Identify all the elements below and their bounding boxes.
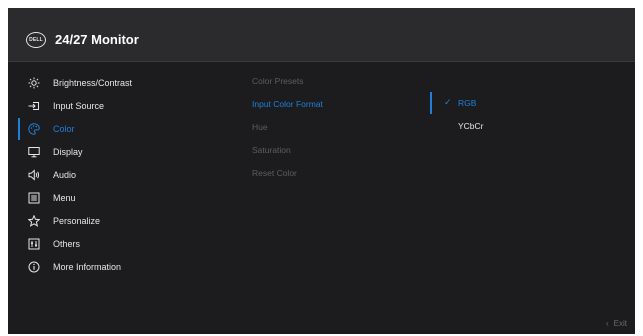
menu-item-others[interactable]: Others (8, 233, 218, 255)
menu-item-label: Personalize (53, 216, 101, 226)
menu-item-label: More Information (53, 262, 122, 272)
menu-item-label: Input Source (53, 101, 105, 111)
option-rgb[interactable]: ✓ RGB (430, 92, 530, 114)
menu-item-color[interactable]: Color (8, 118, 218, 140)
menu-item-more-information[interactable]: More Information (8, 256, 218, 278)
option-label: RGB (458, 98, 477, 108)
page-title: 24/27 Monitor (55, 32, 139, 47)
menu-item-label: Brightness/Contrast (53, 78, 133, 88)
submenu-item-reset-color[interactable]: Reset Color (252, 168, 297, 178)
submenu-item-input-color-format[interactable]: Input Color Format (252, 99, 323, 109)
menu-item-personalize[interactable]: Personalize (8, 210, 218, 232)
menu-item-label: Menu (53, 193, 76, 203)
submenu-item-hue[interactable]: Hue (252, 122, 268, 132)
submenu-item-saturation[interactable]: Saturation (252, 145, 291, 155)
brightness-icon (28, 77, 40, 89)
osd-header: DELL 24/27 Monitor (8, 8, 635, 62)
submenu-item-color-presets[interactable]: Color Presets (252, 76, 304, 86)
osd-window: DELL 24/27 Monitor Brightness/Contrast I… (8, 8, 635, 334)
star-icon (28, 215, 40, 227)
menu-item-input-source[interactable]: Input Source (8, 95, 218, 117)
menu-item-label: Color (53, 124, 75, 134)
menu-item-label: Display (53, 147, 83, 157)
menu-item-label: Others (53, 239, 81, 249)
exit-button[interactable]: ‹ Exit (606, 319, 627, 328)
input-source-icon (28, 100, 40, 112)
info-icon (28, 261, 40, 273)
menu-item-label: Audio (53, 170, 77, 180)
menu-item-brightness-contrast[interactable]: Brightness/Contrast (8, 72, 218, 94)
menu-item-display[interactable]: Display (8, 141, 218, 163)
color-palette-icon (28, 123, 40, 135)
others-icon (28, 238, 40, 250)
option-label: YCbCr (458, 121, 484, 131)
exit-label: Exit (613, 319, 627, 328)
checkmark-icon: ✓ (444, 97, 452, 107)
menu-icon (28, 192, 40, 204)
menu-item-audio[interactable]: Audio (8, 164, 218, 186)
menu-item-menu[interactable]: Menu (8, 187, 218, 209)
dell-logo: DELL (26, 32, 46, 48)
display-icon (28, 146, 40, 158)
chevron-left-icon: ‹ (605, 319, 609, 328)
option-ycbcr[interactable]: YCbCr (430, 115, 530, 137)
speaker-icon (28, 169, 40, 181)
